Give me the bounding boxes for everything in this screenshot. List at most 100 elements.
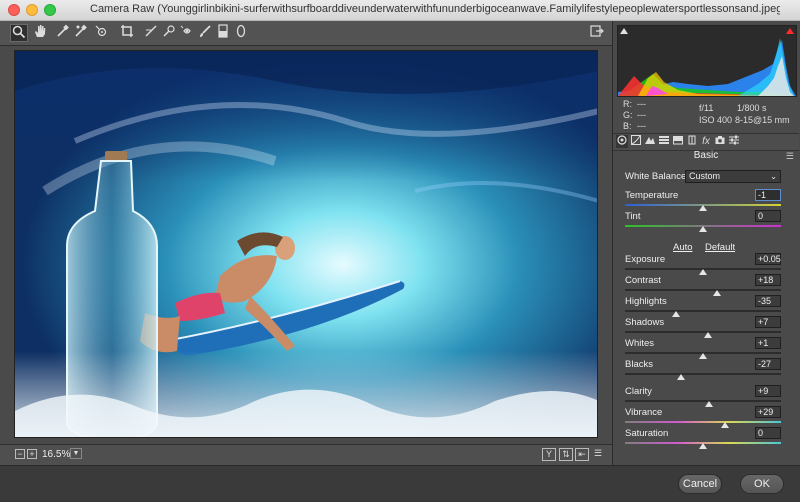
tone-curve-icon bbox=[631, 135, 641, 145]
targeted-adjustment-icon[interactable] bbox=[92, 24, 110, 42]
tint-value-field[interactable]: 0 bbox=[755, 210, 781, 222]
cancel-button[interactable]: Cancel bbox=[678, 474, 722, 494]
auto-link[interactable]: Auto bbox=[673, 242, 693, 253]
minimize-window-button[interactable] bbox=[26, 4, 38, 16]
temperature-slider-thumb[interactable] bbox=[699, 205, 707, 211]
tab-hsl[interactable] bbox=[658, 135, 670, 148]
shadows-label: Shadows bbox=[625, 317, 665, 328]
saturation-label: Saturation bbox=[625, 428, 669, 439]
aperture-value: f/11 bbox=[699, 103, 714, 113]
temperature-label: Temperature bbox=[625, 190, 679, 201]
graduated-filter-icon[interactable] bbox=[214, 24, 232, 42]
section-title: Basic bbox=[693, 150, 719, 161]
zoom-out-button[interactable]: − bbox=[15, 449, 25, 459]
saturation-value-field[interactable]: 0 bbox=[755, 427, 781, 439]
ok-button[interactable]: OK bbox=[740, 474, 784, 494]
zoom-in-button[interactable]: + bbox=[27, 449, 37, 459]
dialog-footer: Cancel OK bbox=[0, 465, 800, 502]
contrast-slider-track[interactable] bbox=[625, 289, 781, 291]
panel-tabs: fx bbox=[613, 133, 799, 151]
histogram bbox=[617, 25, 797, 97]
tab-basic[interactable] bbox=[616, 135, 628, 148]
highlights-slider-thumb[interactable] bbox=[672, 311, 681, 317]
fx-icon: fx bbox=[702, 136, 710, 147]
whites-value-field[interactable]: +1 bbox=[755, 337, 781, 349]
maximize-window-button[interactable] bbox=[44, 4, 56, 16]
b-label: B: bbox=[623, 121, 632, 131]
b-value: --- bbox=[637, 121, 646, 131]
lens-icon bbox=[688, 135, 696, 145]
exposure-slider-thumb[interactable] bbox=[699, 269, 707, 275]
whites-slider-thumb[interactable] bbox=[699, 353, 707, 359]
vibrance-slider-track[interactable] bbox=[625, 421, 781, 423]
export-icon[interactable] bbox=[588, 24, 606, 42]
blacks-slider-thumb[interactable] bbox=[677, 374, 686, 380]
blacks-label: Blacks bbox=[625, 359, 653, 370]
lens-value: 8-15@15 mm bbox=[735, 115, 790, 125]
crop-icon[interactable] bbox=[118, 24, 136, 42]
white-balance-icon[interactable] bbox=[54, 24, 72, 42]
zoom-level: 16.5% bbox=[42, 449, 71, 460]
red-eye-icon[interactable] bbox=[178, 24, 196, 42]
r-label: R: bbox=[623, 99, 632, 109]
tab-camera-calibration[interactable] bbox=[714, 135, 726, 148]
tab-effects[interactable]: fx bbox=[700, 135, 712, 148]
panel-menu-icon[interactable]: ☰ bbox=[786, 151, 794, 162]
contrast-slider-thumb[interactable] bbox=[713, 290, 722, 296]
exposure-value-field[interactable]: +0.05 bbox=[755, 253, 781, 265]
straighten-icon[interactable] bbox=[142, 24, 160, 42]
clarity-slider-track[interactable] bbox=[625, 400, 781, 402]
default-link[interactable]: Default bbox=[705, 242, 735, 253]
tab-presets[interactable] bbox=[728, 135, 740, 148]
shutter-value: 1/800 s bbox=[737, 103, 767, 113]
clarity-value-field[interactable]: +9 bbox=[755, 385, 781, 397]
tint-label: Tint bbox=[625, 211, 641, 222]
preview-area bbox=[0, 46, 612, 444]
vibrance-value-field[interactable]: +29 bbox=[755, 406, 781, 418]
radial-filter-icon[interactable] bbox=[232, 24, 250, 42]
vibrance-slider-thumb[interactable] bbox=[720, 422, 729, 428]
photo-preview[interactable] bbox=[14, 50, 598, 438]
color-sampler-icon[interactable] bbox=[72, 24, 90, 42]
before-after-toggle-icon[interactable]: Y bbox=[542, 448, 556, 461]
contrast-value-field[interactable]: +18 bbox=[755, 274, 781, 286]
detail-icon bbox=[645, 137, 655, 144]
g-value: --- bbox=[637, 110, 646, 120]
tint-slider-thumb[interactable] bbox=[699, 226, 707, 232]
copy-settings-icon[interactable]: ⇤ bbox=[575, 448, 589, 461]
blacks-value-field[interactable]: -27 bbox=[755, 358, 781, 370]
adjustment-brush-icon[interactable] bbox=[196, 24, 214, 42]
shadows-value-field[interactable]: +7 bbox=[755, 316, 781, 328]
r-value: --- bbox=[637, 99, 646, 109]
white-balance-select[interactable]: Custom ⌄ bbox=[685, 170, 781, 183]
clarity-slider-thumb[interactable] bbox=[705, 401, 714, 407]
saturation-slider-thumb[interactable] bbox=[699, 443, 707, 449]
clarity-label: Clarity bbox=[625, 386, 652, 397]
tab-tone-curve[interactable] bbox=[630, 135, 642, 148]
close-window-button[interactable] bbox=[8, 4, 20, 16]
temperature-value-field[interactable]: -1 bbox=[755, 189, 781, 201]
preview-preferences-icon[interactable]: ☰ bbox=[591, 448, 605, 461]
swap-settings-icon[interactable]: ⇅ bbox=[559, 448, 573, 461]
spot-removal-icon[interactable] bbox=[160, 24, 178, 42]
blacks-slider-track[interactable] bbox=[625, 373, 781, 375]
aperture-icon bbox=[617, 135, 627, 145]
tab-split-toning[interactable] bbox=[672, 135, 684, 148]
zoom-icon[interactable] bbox=[10, 24, 28, 42]
white-balance-value: Custom bbox=[689, 171, 721, 181]
adjustment-panel: R: --- G: --- B: --- f/11 1/800 s ISO 40… bbox=[612, 21, 800, 465]
highlights-value-field[interactable]: -35 bbox=[755, 295, 781, 307]
tab-lens-corrections[interactable] bbox=[686, 135, 698, 148]
tab-detail[interactable] bbox=[644, 135, 656, 148]
status-bar: − + 16.5% ▼ Y ⇅ ⇤ ☰ bbox=[0, 444, 612, 465]
whites-label: Whites bbox=[625, 338, 655, 349]
highlights-slider-track[interactable] bbox=[625, 310, 781, 312]
zoom-dropdown[interactable]: ▼ bbox=[70, 448, 82, 459]
highlights-label: Highlights bbox=[625, 296, 667, 307]
window-title: Camera Raw (Younggirlinbikini-surferwith… bbox=[90, 3, 780, 15]
title-bar: Camera Raw (Younggirlinbikini-surferwith… bbox=[0, 0, 800, 21]
presets-icon bbox=[729, 135, 739, 145]
hand-icon[interactable] bbox=[31, 24, 49, 42]
shadows-slider-thumb[interactable] bbox=[703, 332, 712, 338]
vibrance-label: Vibrance bbox=[625, 407, 663, 418]
